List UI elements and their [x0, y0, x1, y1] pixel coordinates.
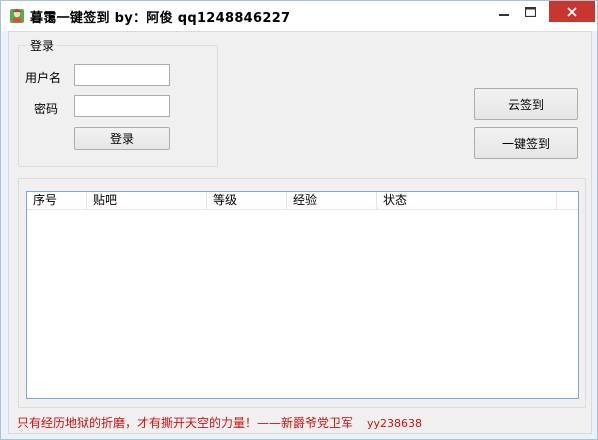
app-icon: [9, 8, 25, 24]
list-panel: 序号 贴吧 等级 经验 状态: [18, 178, 586, 408]
title-bar[interactable]: 暮霭一键签到 by：阿俊 qq1248846227: [1, 1, 597, 31]
username-label: 用户名: [25, 71, 62, 85]
column-header-index[interactable]: 序号: [27, 192, 87, 209]
footer-text: 只有经历地狱的折磨，才有撕开天空的力量！——新爵爷党卫军 yy238638: [17, 414, 422, 431]
cloud-signin-button[interactable]: 云签到: [474, 88, 578, 120]
minimize-icon: [499, 13, 509, 16]
list-header: 序号 贴吧 等级 经验 状态: [27, 192, 578, 210]
footer-tag: yy238638: [367, 417, 423, 430]
window-title: 暮霭一键签到 by：阿俊 qq1248846227: [30, 11, 291, 26]
column-header-forum[interactable]: 贴吧: [87, 192, 207, 209]
signin-list[interactable]: 序号 贴吧 等级 经验 状态: [26, 191, 579, 399]
close-button[interactable]: [549, 1, 595, 22]
minimize-button[interactable]: [491, 1, 517, 22]
client-area: 登录 用户名 密码 登录 云签到 一键签到 序号 贴吧 等级 经验 状态 只有经…: [8, 31, 592, 434]
login-group-legend: 登录: [27, 37, 58, 54]
footer-quote: 只有经历地狱的折磨，才有撕开天空的力量！——新爵爷党卫军: [17, 416, 354, 430]
maximize-icon: [524, 6, 536, 17]
column-header-status[interactable]: 状态: [377, 192, 557, 209]
column-header-exp[interactable]: 经验: [287, 192, 377, 209]
username-input[interactable]: [74, 64, 170, 86]
column-header-level[interactable]: 等级: [207, 192, 287, 209]
login-groupbox: 登录 用户名 密码 登录: [18, 37, 218, 167]
password-input[interactable]: [74, 95, 170, 117]
one-click-signin-button[interactable]: 一键签到: [474, 127, 578, 159]
column-header-filler: [557, 192, 577, 209]
close-icon: [567, 6, 577, 17]
password-label: 密码: [34, 102, 59, 116]
main-window: 暮霭一键签到 by：阿俊 qq1248846227 登录 用户名 密码 登录 云…: [0, 0, 598, 440]
login-button[interactable]: 登录: [74, 127, 170, 150]
maximize-button[interactable]: [517, 1, 543, 22]
